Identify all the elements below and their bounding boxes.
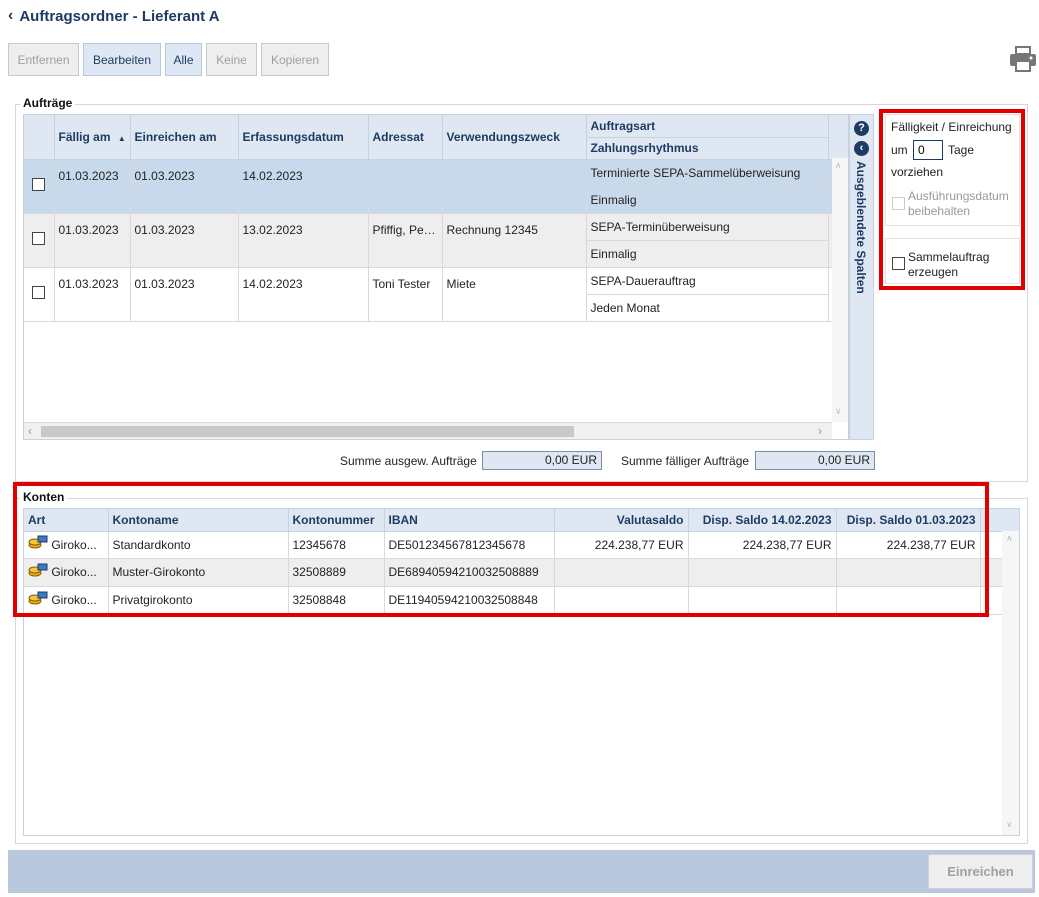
col-captured-header[interactable]: Erfassungsdatum bbox=[238, 115, 369, 160]
days-label: Tage bbox=[948, 143, 975, 157]
order-row[interactable]: 01.03.2023 01.03.2023 14.02.2023 Termini… bbox=[24, 159, 848, 214]
cell-captured: 14.02.2023 bbox=[238, 267, 369, 322]
horizontal-scrollbar[interactable]: ‹ › bbox=[24, 422, 832, 439]
select-none-button[interactable]: Keine bbox=[206, 43, 257, 76]
hidden-columns-label: Ausgeblendete Spalten bbox=[854, 161, 868, 294]
footer-bar bbox=[8, 850, 1035, 893]
cell-rhythm: Einmalig bbox=[586, 240, 829, 268]
accounts-highlight bbox=[13, 482, 989, 617]
expand-left-icon[interactable]: ‹ bbox=[854, 141, 869, 156]
row-checkbox[interactable] bbox=[32, 286, 46, 299]
scroll-down-icon[interactable]: ∨ bbox=[835, 406, 842, 417]
cell-addressee bbox=[368, 159, 443, 214]
sort-asc-icon: ▲ bbox=[117, 133, 126, 143]
hidden-columns-panel[interactable]: ? ‹ Ausgeblendete Spalten bbox=[849, 114, 874, 440]
row-checkbox[interactable] bbox=[32, 178, 46, 191]
cell-captured: 14.02.2023 bbox=[238, 159, 369, 214]
advance-label: vorziehen bbox=[891, 165, 944, 179]
cell-addressee: Toni Tester bbox=[368, 267, 443, 322]
col-purpose-header[interactable]: Verwendungszweck bbox=[442, 115, 587, 160]
help-icon[interactable]: ? bbox=[854, 121, 869, 136]
cell-due: 01.03.2023 bbox=[54, 213, 131, 268]
order-row[interactable]: 01.03.2023 01.03.2023 13.02.2023 Pfiffig… bbox=[24, 213, 848, 268]
keep-date-checkbox[interactable] bbox=[892, 197, 905, 210]
back-chevron-icon[interactable]: ‹ bbox=[8, 7, 13, 25]
select-all-button[interactable]: Alle bbox=[165, 43, 202, 76]
col-extra-header bbox=[828, 115, 848, 160]
cell-submit: 01.03.2023 bbox=[130, 159, 239, 214]
submit-button[interactable]: Einreichen bbox=[928, 854, 1033, 889]
cell-submit: 01.03.2023 bbox=[130, 213, 239, 268]
col-due-header[interactable]: Fällig am ▲ bbox=[54, 115, 131, 160]
cell-addressee: Pfiffig, Petra bbox=[368, 213, 443, 268]
cell-type: SEPA-Dauerauftrag bbox=[586, 267, 829, 295]
due-date-heading: Fälligkeit / Einreichung bbox=[891, 120, 1012, 134]
copy-button[interactable]: Kopieren bbox=[261, 43, 329, 76]
collective-label: Sammelauftrag erzeugen bbox=[908, 250, 990, 279]
sum-due-value: 0,00 EUR bbox=[755, 451, 875, 470]
scroll-left-icon[interactable]: ‹ bbox=[28, 424, 32, 438]
collective-checkbox[interactable] bbox=[892, 257, 905, 270]
keep-date-label: Ausführungsdatum beibehalten bbox=[908, 189, 1009, 218]
orders-table: Fällig am ▲ Einreichen am Erfassungsdatu… bbox=[23, 114, 849, 440]
cell-purpose: Rechnung 12345 bbox=[442, 213, 587, 268]
select-column-header bbox=[24, 115, 55, 160]
cell-due: 01.03.2023 bbox=[54, 159, 131, 214]
cell-type: SEPA-Terminüberweisung bbox=[586, 213, 829, 241]
row-checkbox[interactable] bbox=[32, 232, 46, 245]
scroll-up-icon[interactable]: ∧ bbox=[1006, 533, 1013, 544]
sum-selected-label: Summe ausgew. Aufträge bbox=[340, 454, 477, 468]
cell-captured: 13.02.2023 bbox=[238, 213, 369, 268]
days-input[interactable] bbox=[913, 140, 943, 160]
cell-rhythm: Jeden Monat bbox=[586, 294, 829, 322]
sum-due-label: Summe fälliger Aufträge bbox=[621, 454, 750, 468]
cell-submit: 01.03.2023 bbox=[130, 267, 239, 322]
edit-button[interactable]: Bearbeiten bbox=[83, 43, 161, 76]
vertical-scrollbar[interactable]: ∧ ∨ bbox=[832, 158, 848, 422]
orders-legend: Aufträge bbox=[20, 96, 76, 110]
days-prefix: um bbox=[891, 143, 908, 157]
order-row[interactable]: 01.03.2023 01.03.2023 14.02.2023 Toni Te… bbox=[24, 267, 848, 322]
sum-selected-value: 0,00 EUR bbox=[482, 451, 602, 470]
scroll-down-icon[interactable]: ∨ bbox=[1006, 819, 1013, 830]
printer-icon[interactable] bbox=[1009, 46, 1037, 72]
collective-panel: Sammelauftrag erzeugen bbox=[885, 238, 1020, 284]
cell-type: Terminierte SEPA-Sammelüberweisung bbox=[586, 159, 829, 187]
cell-rhythm: Einmalig bbox=[586, 186, 829, 214]
page-title: ‹ Auftragsordner - Lieferant A bbox=[8, 7, 220, 25]
accounts-vertical-scrollbar[interactable]: ∧ ∨ bbox=[1002, 531, 1019, 835]
due-date-panel: Fälligkeit / Einreichung um Tage vorzieh… bbox=[885, 114, 1020, 226]
scroll-up-icon[interactable]: ∧ bbox=[835, 160, 842, 171]
cell-purpose bbox=[442, 159, 587, 214]
col-type-header[interactable]: Auftragsart bbox=[586, 115, 829, 138]
page-title-text: Auftragsordner - Lieferant A bbox=[19, 7, 220, 25]
col-addressee-header[interactable]: Adressat bbox=[368, 115, 443, 160]
col-rhythm-header[interactable]: Zahlungsrhythmus bbox=[586, 137, 829, 160]
cell-purpose: Miete bbox=[442, 267, 587, 322]
remove-button[interactable]: Entfernen bbox=[8, 43, 79, 76]
horizontal-scroll-thumb[interactable] bbox=[41, 426, 574, 437]
scroll-right-icon[interactable]: › bbox=[818, 424, 822, 438]
col-submit-header[interactable]: Einreichen am bbox=[130, 115, 239, 160]
cell-due: 01.03.2023 bbox=[54, 267, 131, 322]
